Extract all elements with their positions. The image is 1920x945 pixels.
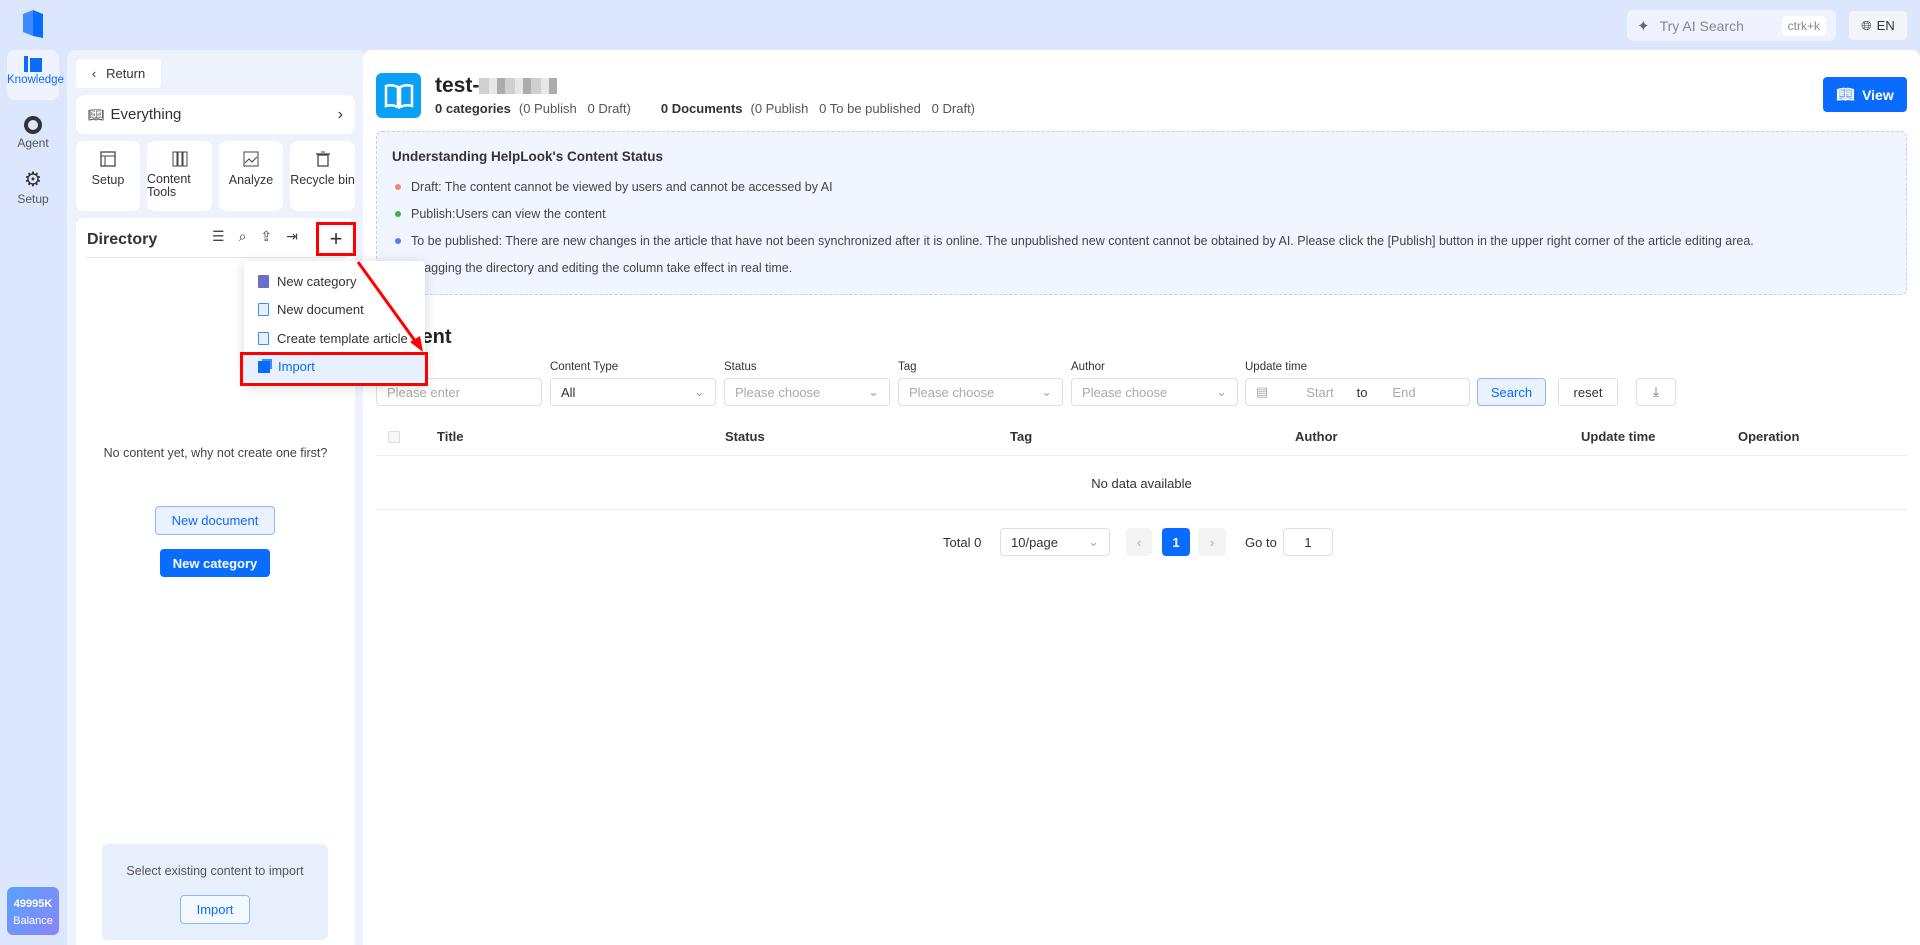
- annotation-arrow: [356, 261, 423, 352]
